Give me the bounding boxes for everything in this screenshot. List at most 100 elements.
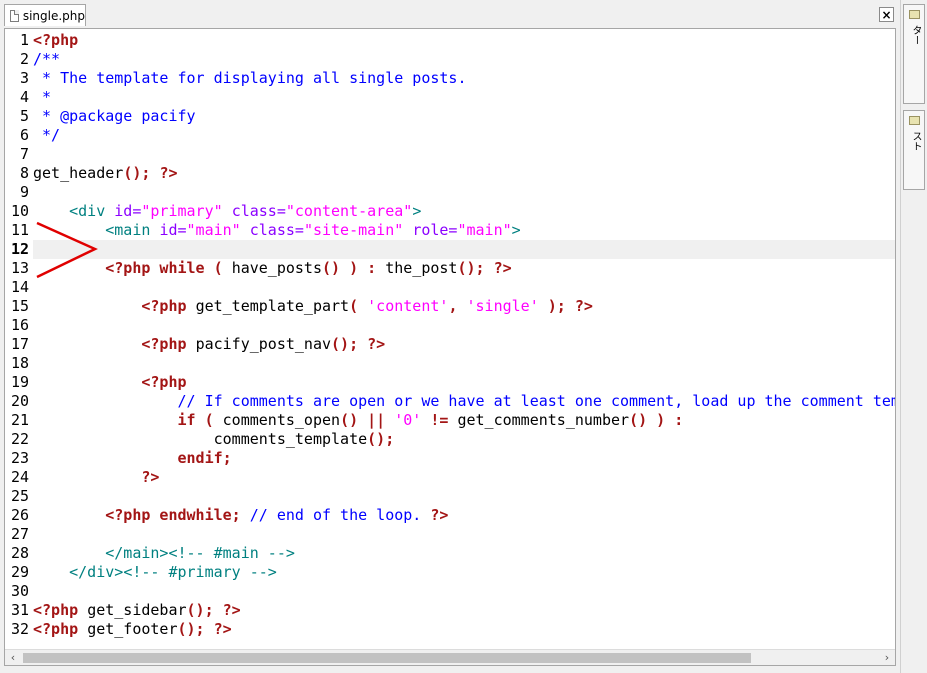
code-line[interactable]: <div id="primary" class="content-area"> bbox=[33, 202, 895, 221]
code-line[interactable]: get_header(); ?> bbox=[33, 164, 895, 183]
line-number: 13 bbox=[10, 259, 29, 277]
code-token: "main" bbox=[457, 221, 512, 239]
code-line[interactable] bbox=[33, 582, 895, 601]
code-line[interactable]: * bbox=[33, 88, 895, 107]
code-line[interactable]: <?php get_template_part( 'content', 'sin… bbox=[33, 297, 895, 316]
tab-single-php[interactable]: single.php bbox=[4, 4, 86, 26]
code-line[interactable]: /** bbox=[33, 50, 895, 69]
code-token: <?php bbox=[141, 373, 187, 391]
code-token: id= bbox=[159, 221, 187, 239]
code-token: id= bbox=[114, 202, 142, 220]
line-number: 18 bbox=[10, 354, 29, 372]
horizontal-scrollbar[interactable]: ‹ › bbox=[5, 649, 895, 665]
code-token: <?php bbox=[141, 335, 187, 353]
code-token: ?> bbox=[213, 620, 232, 638]
line-number: 16 bbox=[10, 316, 29, 334]
code-line[interactable]: * @package pacify bbox=[33, 107, 895, 126]
line-number: 2 bbox=[19, 50, 29, 68]
code-token: "primary" bbox=[141, 202, 223, 220]
code-token: // If comments are open or we have at le… bbox=[177, 392, 896, 410]
line-number: 19 bbox=[10, 373, 29, 391]
close-tab-button[interactable]: × bbox=[879, 7, 894, 22]
code-line[interactable]: * The template for displaying all single… bbox=[33, 69, 895, 88]
code-token: have_posts bbox=[231, 259, 322, 277]
code-token: ?> bbox=[159, 164, 178, 182]
code-area[interactable]: <?php/** * The template for displaying a… bbox=[33, 29, 895, 649]
code-token: <?php bbox=[141, 297, 187, 315]
scrollbar-thumb[interactable] bbox=[23, 653, 751, 663]
code-line[interactable]: if ( comments_open() || '0' != get_comme… bbox=[33, 411, 895, 430]
code-line[interactable] bbox=[33, 240, 895, 259]
line-number: 28 bbox=[10, 544, 29, 562]
code-line[interactable]: comments_template(); bbox=[33, 430, 895, 449]
code-line[interactable]: <?php pacify_post_nav(); ?> bbox=[33, 335, 895, 354]
line-number: 14 bbox=[10, 278, 29, 296]
scroll-left-icon[interactable]: ‹ bbox=[5, 650, 21, 665]
tab-file-selector[interactable]: ファイルセレクター bbox=[903, 4, 927, 104]
line-number: 32 bbox=[10, 620, 29, 638]
code-token: */ bbox=[33, 126, 61, 144]
code-token: ?> bbox=[367, 335, 386, 353]
code-line[interactable]: <?php bbox=[33, 31, 895, 50]
code-editor[interactable]: 1 2 3 4 5 6 7 8 9 10 11 12 13 14 15 16 17 18 19 20 21 22 23 24 2… bbox=[4, 28, 896, 666]
code-token: get_template_part bbox=[195, 297, 350, 315]
code-token: <main bbox=[105, 221, 160, 239]
tab-file-list[interactable]: ファイルリスト bbox=[903, 110, 927, 190]
code-line[interactable]: </div><!-- #primary --> bbox=[33, 563, 895, 582]
code-token: (); bbox=[367, 430, 395, 448]
code-line[interactable]: <main id="main" class="site-main" role="… bbox=[33, 221, 895, 240]
code-token: role= bbox=[412, 221, 458, 239]
code-token: * bbox=[33, 88, 52, 106]
code-line[interactable]: <?php get_footer(); ?> bbox=[33, 620, 895, 639]
file-icon bbox=[10, 9, 19, 22]
code-token: ?> bbox=[141, 468, 160, 486]
tab-bar: single.php × bbox=[0, 0, 899, 28]
code-token: * The template for displaying all single… bbox=[33, 69, 467, 87]
line-number: 25 bbox=[10, 487, 29, 505]
code-token: > bbox=[511, 221, 521, 239]
code-token: get_sidebar bbox=[87, 601, 187, 619]
code-token: <?php bbox=[33, 601, 79, 619]
code-line[interactable] bbox=[33, 525, 895, 544]
code-line[interactable]: // If comments are open or we have at le… bbox=[33, 392, 896, 411]
red-arrow-icon bbox=[36, 221, 98, 279]
code-line[interactable] bbox=[33, 183, 895, 202]
scroll-right-icon[interactable]: › bbox=[879, 650, 895, 665]
code-line[interactable] bbox=[33, 145, 895, 164]
code-line[interactable]: endif; bbox=[33, 449, 895, 468]
code-token: the_post bbox=[385, 259, 458, 277]
code-line[interactable]: <?php bbox=[33, 373, 895, 392]
code-token: "content-area" bbox=[285, 202, 413, 220]
code-token: ?> bbox=[430, 506, 449, 524]
code-token: class= bbox=[231, 202, 286, 220]
code-line[interactable]: <?php endwhile; // end of the loop. ?> bbox=[33, 506, 895, 525]
code-token: ?> bbox=[493, 259, 512, 277]
code-line[interactable]: ?> bbox=[33, 468, 895, 487]
code-line[interactable]: <?php while ( have_posts() ) : the_post(… bbox=[33, 259, 895, 278]
code-line[interactable]: <?php get_sidebar(); ?> bbox=[33, 601, 895, 620]
code-token: class= bbox=[249, 221, 304, 239]
folder-icon bbox=[909, 116, 920, 125]
code-line[interactable] bbox=[33, 278, 895, 297]
code-line[interactable] bbox=[33, 354, 895, 373]
code-line[interactable]: </main><!-- #main --> bbox=[33, 544, 895, 563]
line-number: 10 bbox=[10, 202, 29, 220]
code-line[interactable]: */ bbox=[33, 126, 895, 145]
line-number-gutter: 1 2 3 4 5 6 7 8 9 10 11 12 13 14 15 16 17 18 19 20 21 22 23 24 2… bbox=[5, 29, 31, 649]
code-line[interactable] bbox=[33, 487, 895, 506]
code-line[interactable] bbox=[33, 316, 895, 335]
line-number: 24 bbox=[10, 468, 29, 486]
code-token: </main> bbox=[105, 544, 169, 562]
code-token: ?> bbox=[574, 297, 593, 315]
